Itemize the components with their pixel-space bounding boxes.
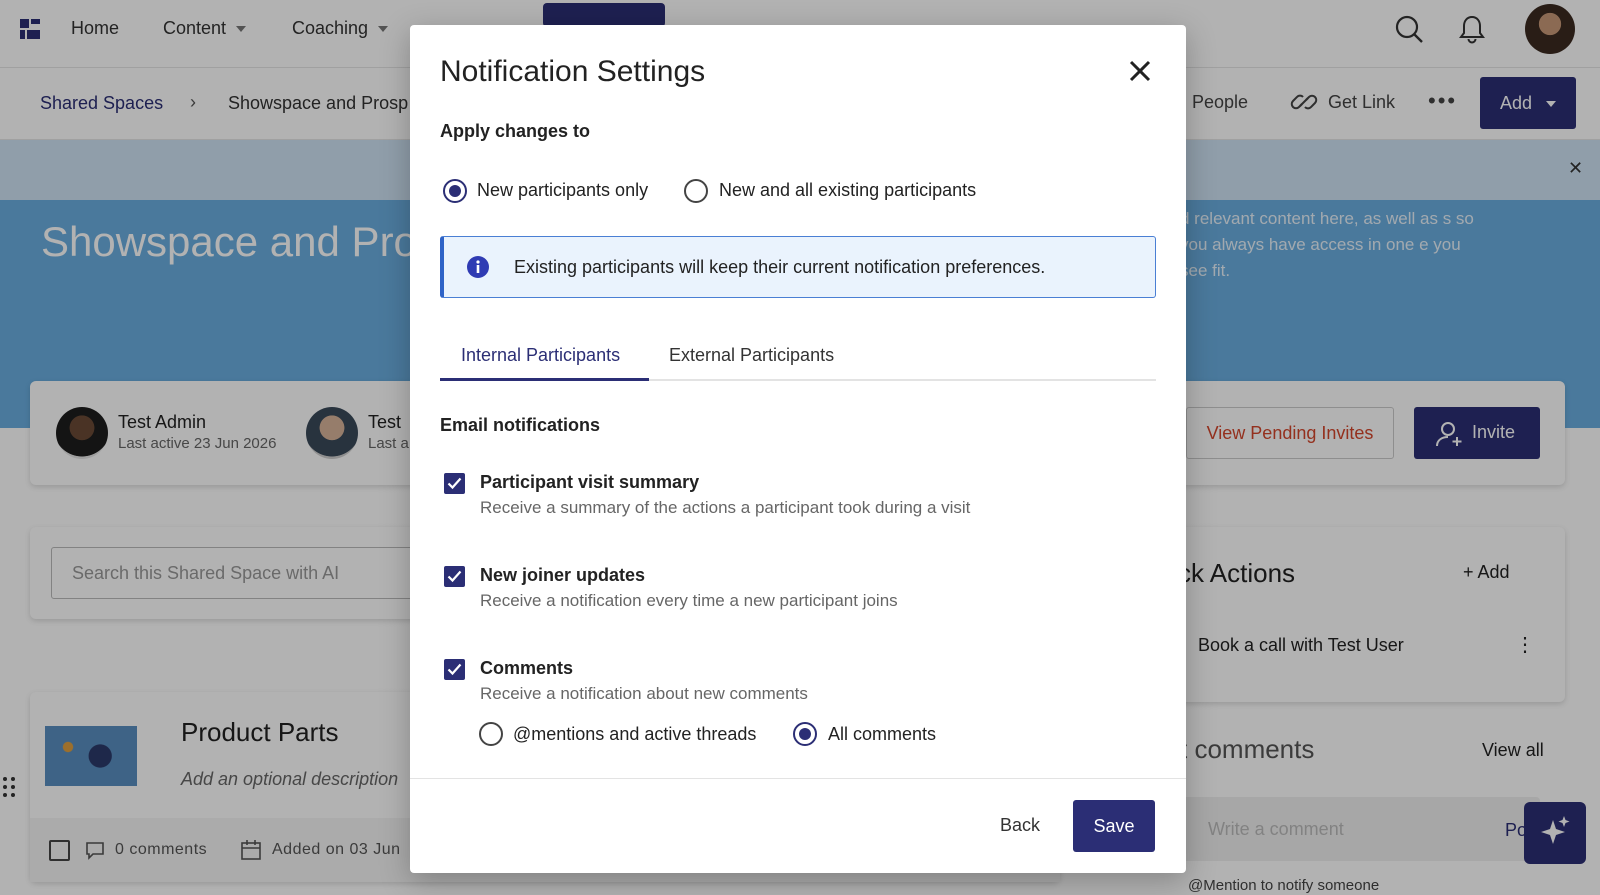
radio-label[interactable]: @mentions and active threads	[513, 724, 756, 745]
radio-label[interactable]: New and all existing participants	[719, 180, 976, 201]
dialog-footer-divider	[410, 778, 1186, 779]
checkmark-icon	[447, 477, 462, 490]
email-notifications-heading: Email notifications	[440, 415, 601, 435]
info-alert: Existing participants will keep their cu…	[440, 236, 1156, 298]
checkbox-comments[interactable]	[444, 659, 465, 680]
save-button[interactable]: Save	[1073, 800, 1155, 852]
option-description: Receive a notification every time a new …	[480, 591, 898, 610]
notification-settings-dialog: Notification Settings Apply changes to N…	[410, 25, 1186, 873]
radio-new-participants-only[interactable]	[443, 179, 467, 203]
radio-mentions-and-active-threads[interactable]	[479, 722, 503, 746]
back-button[interactable]: Back	[991, 800, 1049, 850]
info-icon	[467, 256, 489, 278]
option-title: New joiner updates	[480, 565, 646, 585]
tab-internal-participants[interactable]: Internal Participants	[461, 345, 620, 366]
checkmark-icon	[447, 570, 462, 583]
tab-external-participants[interactable]: External Participants	[669, 345, 834, 366]
checkmark-icon	[447, 663, 462, 676]
option-description: Receive a notification about new comment…	[480, 684, 808, 703]
option-title: Comments	[480, 658, 574, 678]
close-icon[interactable]	[1126, 57, 1154, 85]
radio-all-comments[interactable]	[793, 722, 817, 746]
option-title: Participant visit summary	[480, 472, 700, 492]
dialog-title: Notification Settings	[440, 55, 706, 88]
checkbox-new-joiner-updates[interactable]	[444, 566, 465, 587]
option-description: Receive a summary of the actions a parti…	[480, 498, 971, 517]
radio-new-and-existing-participants[interactable]	[684, 179, 708, 203]
checkbox-participant-visit-summary[interactable]	[444, 473, 465, 494]
info-message: Existing participants will keep their cu…	[514, 257, 1046, 277]
apply-changes-label: Apply changes to	[440, 121, 591, 141]
active-tab-indicator	[440, 378, 649, 381]
radio-label[interactable]: New participants only	[477, 180, 648, 201]
radio-label[interactable]: All comments	[828, 724, 936, 745]
